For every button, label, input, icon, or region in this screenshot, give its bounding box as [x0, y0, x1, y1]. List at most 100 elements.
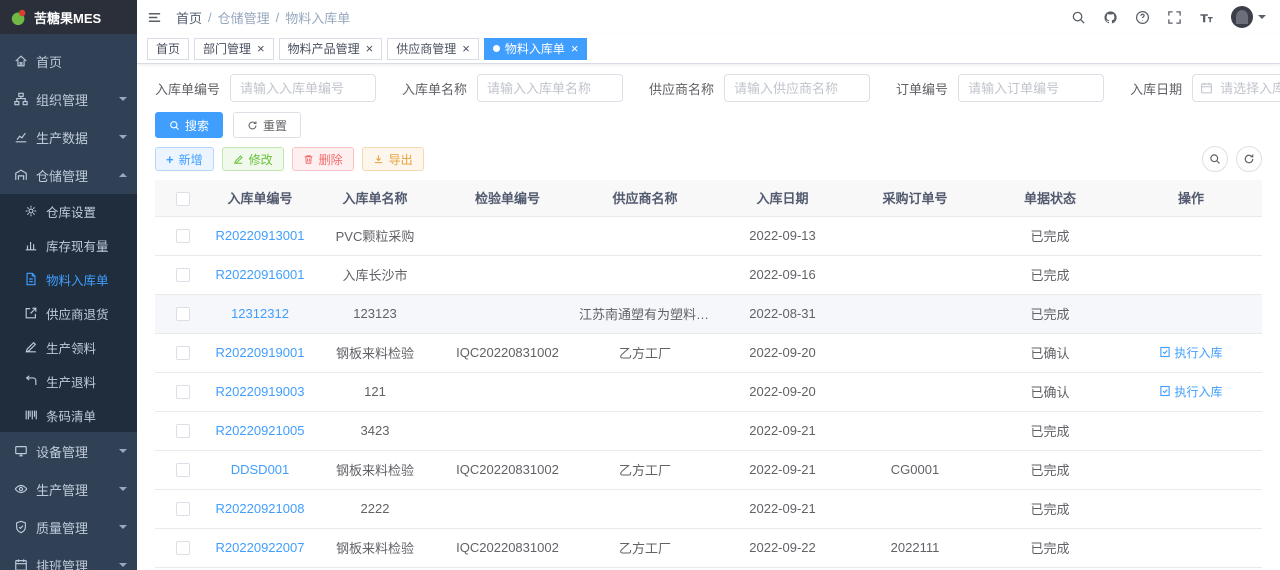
close-icon[interactable]: ×: [257, 42, 265, 55]
col-header-name: 入库单名称: [310, 180, 440, 217]
table-row[interactable]: R20220913001 PVC颗粒采购 2022-09-13 已完成: [155, 216, 1262, 256]
tab-material-inbound[interactable]: 物料入库单 ×: [483, 37, 588, 60]
receipt-name-input[interactable]: [477, 74, 624, 102]
search-button[interactable]: 搜索: [155, 112, 224, 138]
sidebar-item-label: 生产退料: [46, 375, 97, 390]
pencil-icon: [233, 154, 243, 164]
close-icon[interactable]: ×: [366, 42, 374, 55]
tab-department[interactable]: 部门管理 ×: [194, 37, 274, 60]
tab-material-product[interactable]: 物料产品管理 ×: [278, 37, 383, 60]
breadcrumb-item[interactable]: 首页: [176, 8, 202, 27]
receipt-code-link[interactable]: R20220921005: [216, 423, 305, 438]
sidebar-item-production-return[interactable]: 生产退料: [0, 364, 137, 398]
row-checkbox[interactable]: [175, 424, 190, 439]
table-row[interactable]: R20220916001 入库长沙市 2022-09-16 已完成: [155, 255, 1262, 295]
inspection-code-cell: IQC20220831002: [440, 333, 575, 373]
chart-icon: [14, 130, 28, 144]
shield-icon: [14, 520, 28, 534]
sidebar-item-production-mgmt[interactable]: 生产管理: [0, 470, 137, 508]
org-chart-icon: [14, 92, 28, 106]
export-button[interactable]: 导出: [361, 147, 424, 171]
edit-button[interactable]: 修改: [221, 147, 284, 171]
receipt-code-link[interactable]: 12312312: [231, 306, 289, 321]
edit-button-label: 修改: [248, 152, 273, 167]
sidebar-item-warehouse-settings[interactable]: 仓库设置: [0, 194, 137, 228]
sidebar-item-warehouse[interactable]: 仓储管理: [0, 156, 137, 194]
receipt-code-link[interactable]: R20220916001: [216, 267, 305, 282]
hamburger-icon[interactable]: [147, 10, 162, 25]
close-icon[interactable]: ×: [571, 42, 579, 55]
table-row[interactable]: R20220921005 3423 2022-09-21 已完成: [155, 411, 1262, 451]
po-cell: [850, 255, 980, 295]
help-icon[interactable]: [1135, 10, 1150, 25]
col-header-supplier: 供应商名称: [575, 180, 715, 217]
sidebar-item-barcode-list[interactable]: 条码清单: [0, 398, 137, 432]
field-supplier-name: 供应商名称: [649, 74, 871, 102]
inspection-code-cell: [440, 294, 575, 334]
receipt-code-link[interactable]: DDSD001: [231, 462, 290, 477]
row-checkbox[interactable]: [175, 463, 190, 478]
user-menu[interactable]: [1231, 6, 1266, 28]
bar-chart-icon: [24, 238, 38, 252]
table-row[interactable]: 12312312 123123 江苏南通塑有为塑料制品有… 2022-08-31…: [155, 294, 1262, 334]
row-checkbox[interactable]: [175, 385, 190, 400]
sidebar-item-label: 排班管理: [36, 558, 89, 570]
sidebar-item-org[interactable]: 组织管理: [0, 80, 137, 118]
sidebar-item-scheduling[interactable]: 排班管理: [0, 546, 137, 570]
table-row[interactable]: R20220919003 121 2022-09-20 已确认 执行入库: [155, 372, 1262, 412]
sidebar-item-inventory[interactable]: 库存现有量: [0, 228, 137, 262]
sidebar-item-material-requisition[interactable]: 生产领料: [0, 330, 137, 364]
sidebar-item-home[interactable]: 首页: [0, 42, 137, 80]
row-checkbox[interactable]: [175, 307, 190, 322]
receipt-name-cell: 钢板来料检验: [310, 528, 440, 568]
sidebar-item-material-inbound[interactable]: 物料入库单: [0, 262, 137, 296]
row-checkbox[interactable]: [175, 541, 190, 556]
add-button[interactable]: + 新增: [155, 147, 214, 171]
select-all-checkbox[interactable]: [175, 191, 190, 206]
form-buttons: 搜索 重置: [155, 112, 1262, 138]
order-code-input[interactable]: [958, 74, 1105, 102]
execute-icon: [1160, 386, 1171, 397]
sidebar-item-supplier-return[interactable]: 供应商退货: [0, 296, 137, 330]
breadcrumb-item[interactable]: 仓储管理: [218, 8, 270, 27]
tab-supplier[interactable]: 供应商管理 ×: [387, 37, 479, 60]
table-row[interactable]: R20220922007 钢板来料检验 IQC20220831002 乙方工厂 …: [155, 528, 1262, 568]
reset-button[interactable]: 重置: [233, 112, 302, 138]
close-icon[interactable]: ×: [462, 42, 470, 55]
execute-inbound-link[interactable]: 执行入库: [1159, 383, 1223, 400]
delete-button[interactable]: 删除: [291, 147, 354, 171]
receipt-code-link[interactable]: R20220913001: [216, 228, 305, 243]
receipt-code-link[interactable]: R20220919003: [216, 384, 305, 399]
status-cell: 已完成: [980, 528, 1120, 568]
row-checkbox[interactable]: [175, 346, 190, 361]
row-checkbox[interactable]: [175, 268, 190, 283]
tab-home[interactable]: 首页: [147, 37, 190, 60]
sidebar-item-production-data[interactable]: 生产数据: [0, 118, 137, 156]
row-checkbox[interactable]: [175, 502, 190, 517]
receipt-code-link[interactable]: R20220922007: [216, 540, 305, 555]
receipt-code-link[interactable]: R20220921008: [216, 501, 305, 516]
po-cell: [850, 489, 980, 529]
fullscreen-icon[interactable]: [1167, 10, 1182, 25]
sidebar-item-label: 仓库设置: [46, 205, 97, 220]
sidebar-item-label: 组织管理: [36, 92, 89, 108]
search-icon[interactable]: [1071, 10, 1086, 25]
sidebar-item-quality[interactable]: 质量管理: [0, 508, 137, 546]
receipt-code-input[interactable]: [230, 74, 377, 102]
row-checkbox[interactable]: [175, 229, 190, 244]
receipt-code-link[interactable]: R20220919001: [216, 345, 305, 360]
font-size-icon[interactable]: [1199, 10, 1214, 25]
toggle-search-button[interactable]: [1202, 146, 1228, 172]
table-row[interactable]: R20220921008 2222 2022-09-21 已完成: [155, 489, 1262, 529]
execute-inbound-link[interactable]: 执行入库: [1159, 344, 1223, 361]
sidebar: 苦糖果MES 首页 组织管理 生产数据 仓储管理 仓库设置 库存现有量 物料入库…: [0, 0, 137, 570]
table-row[interactable]: R20220919001 钢板来料检验 IQC20220831002 乙方工厂 …: [155, 333, 1262, 373]
logo[interactable]: 苦糖果MES: [0, 0, 137, 34]
github-icon[interactable]: [1103, 10, 1118, 25]
supplier-name-input[interactable]: [724, 74, 871, 102]
refresh-table-button[interactable]: [1236, 146, 1262, 172]
sidebar-item-equipment[interactable]: 设备管理: [0, 432, 137, 470]
return-arrow-icon: [24, 374, 38, 388]
table-row[interactable]: DDSD001 钢板来料检验 IQC20220831002 乙方工厂 2022-…: [155, 450, 1262, 490]
status-cell: 已确认: [980, 333, 1120, 373]
